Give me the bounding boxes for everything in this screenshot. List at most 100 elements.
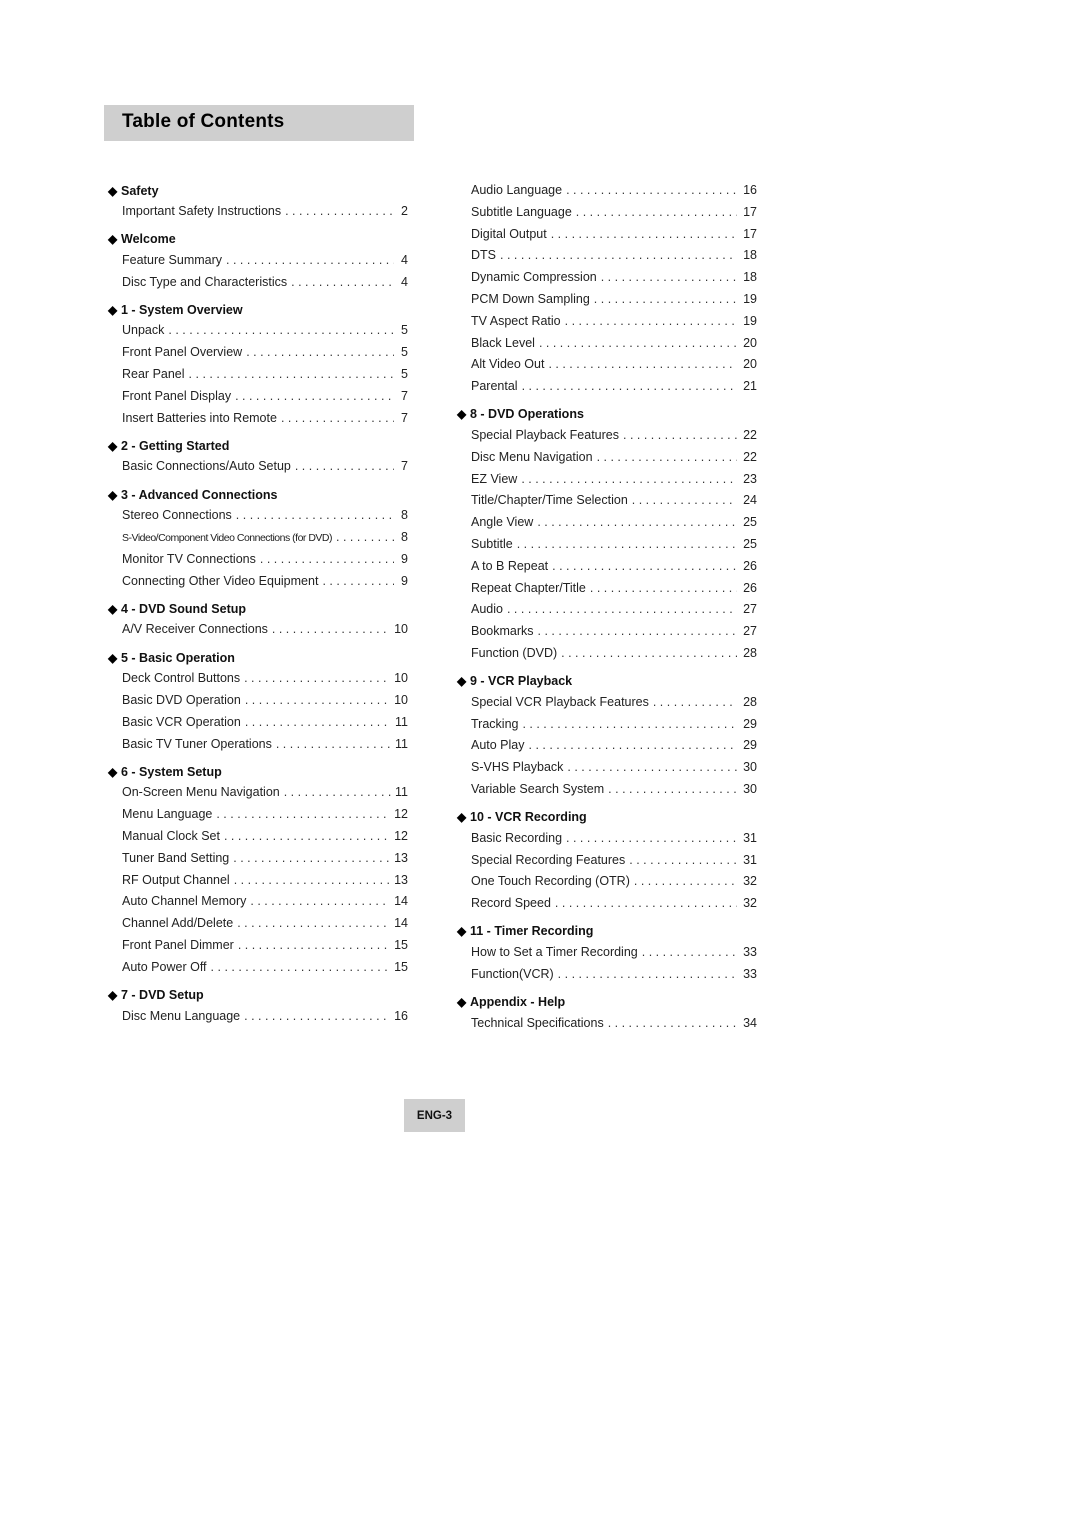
toc-entry[interactable]: Feature Summary 4 bbox=[108, 250, 408, 272]
toc-entry-page-number: 18 bbox=[743, 270, 757, 285]
toc-entry-page-number: 5 bbox=[401, 323, 408, 338]
section-heading[interactable]: ◆ 3 - Advanced Connections bbox=[108, 484, 408, 505]
toc-entry-label: TV Aspect Ratio bbox=[471, 313, 561, 328]
toc-entry[interactable]: Manual Clock Set 12 bbox=[108, 826, 408, 848]
toc-entry-label: One Touch Recording (OTR) bbox=[471, 874, 630, 889]
toc-entry[interactable]: Menu Language 12 bbox=[108, 804, 408, 826]
toc-entry[interactable]: Audio Language 16 bbox=[457, 180, 757, 202]
toc-entry-label: Feature Summary bbox=[122, 252, 223, 267]
toc-entry[interactable]: Connecting Other Video Equipment 9 bbox=[108, 571, 408, 593]
toc-entry[interactable]: Basic DVD Operation 10 bbox=[108, 690, 408, 712]
toc-entry[interactable]: Dynamic Compression 18 bbox=[457, 267, 757, 289]
dot-leader bbox=[634, 871, 737, 893]
toc-entry[interactable]: Auto Channel Memory 14 bbox=[108, 891, 408, 913]
toc-entry[interactable]: Function (DVD) 28 bbox=[457, 643, 757, 665]
toc-entry[interactable]: Tuner Band Setting 13 bbox=[108, 848, 408, 870]
dot-leader bbox=[272, 619, 390, 641]
toc-entry[interactable]: Auto Power Off 15 bbox=[108, 957, 408, 979]
dot-leader bbox=[322, 571, 394, 593]
toc-entry[interactable]: Deck Control Buttons 10 bbox=[108, 668, 408, 690]
toc-entry[interactable]: Disc Type and Characteristics 4 bbox=[108, 272, 408, 294]
section-heading[interactable]: ◆ 5 - Basic Operation bbox=[108, 647, 408, 668]
toc-entry[interactable]: Front Panel Dimmer 15 bbox=[108, 935, 408, 957]
section-heading[interactable]: ◆ 9 - VCR Playback bbox=[457, 671, 757, 692]
toc-entry[interactable]: Basic Recording 31 bbox=[457, 828, 757, 850]
toc-entry[interactable]: How to Set a Timer Recording 33 bbox=[457, 942, 757, 964]
section-heading[interactable]: ◆ 2 - Getting Started bbox=[108, 435, 408, 456]
toc-entry[interactable]: A/V Receiver Connections 10 bbox=[108, 619, 408, 641]
section-heading[interactable]: ◆ Safety bbox=[108, 180, 408, 201]
toc-entry-label: EZ View bbox=[471, 471, 518, 486]
section-heading[interactable]: ◆ 6 - System Setup bbox=[108, 761, 408, 782]
toc-entry[interactable]: Alt Video Out 20 bbox=[457, 354, 757, 376]
toc-entry[interactable]: Parental 21 bbox=[457, 376, 757, 398]
toc-entry-label: Rear Panel bbox=[122, 366, 185, 381]
toc-entry-label: Auto Channel Memory bbox=[122, 894, 247, 909]
section-heading[interactable]: ◆ Appendix - Help bbox=[457, 992, 757, 1013]
toc-entry[interactable]: Subtitle Language 17 bbox=[457, 202, 757, 224]
toc-entry-page-number: 17 bbox=[743, 204, 757, 219]
toc-entry[interactable]: Rear Panel 5 bbox=[108, 364, 408, 386]
toc-entry[interactable]: EZ View 23 bbox=[457, 469, 757, 491]
toc-entry-label: Basic Connections/Auto Setup bbox=[122, 459, 291, 474]
toc-entry[interactable]: Disc Menu Language 16 bbox=[108, 1006, 408, 1028]
toc-entry-page-number: 13 bbox=[394, 850, 408, 865]
dot-leader bbox=[521, 469, 737, 491]
toc-entry[interactable]: Basic VCR Operation 11 bbox=[108, 712, 408, 734]
toc-entry[interactable]: Insert Batteries into Remote 7 bbox=[108, 408, 408, 430]
toc-entry[interactable]: Monitor TV Connections 9 bbox=[108, 549, 408, 571]
dot-leader bbox=[500, 245, 737, 267]
toc-entry-page-number: 12 bbox=[394, 828, 408, 843]
toc-entry-page-number: 26 bbox=[743, 580, 757, 595]
toc-entry[interactable]: Important Safety Instructions 2 bbox=[108, 201, 408, 223]
toc-entry[interactable]: Variable Search System 30 bbox=[457, 779, 757, 801]
toc-entry[interactable]: Disc Menu Navigation 22 bbox=[457, 447, 757, 469]
section-heading[interactable]: ◆ 4 - DVD Sound Setup bbox=[108, 598, 408, 619]
toc-entry[interactable]: RF Output Channel 13 bbox=[108, 870, 408, 892]
toc-entry[interactable]: Basic Connections/Auto Setup 7 bbox=[108, 456, 408, 478]
section-heading[interactable]: ◆ 1 - System Overview bbox=[108, 299, 408, 320]
toc-entry-label: Auto Play bbox=[471, 738, 525, 753]
toc-entry[interactable]: One Touch Recording (OTR) 32 bbox=[457, 871, 757, 893]
toc-entry[interactable]: Function(VCR) 33 bbox=[457, 964, 757, 986]
dot-leader bbox=[244, 668, 390, 690]
section-heading-label: 5 - Basic Operation bbox=[121, 650, 235, 665]
toc-entry[interactable]: A to B Repeat 26 bbox=[457, 556, 757, 578]
toc-entry[interactable]: Basic TV Tuner Operations 11 bbox=[108, 734, 408, 756]
toc-entry[interactable]: Black Level 20 bbox=[457, 333, 757, 355]
toc-entry-page-number: 28 bbox=[743, 645, 757, 660]
toc-entry[interactable]: S-Video/Component Video Connections (for… bbox=[108, 527, 408, 549]
toc-entry[interactable]: Front Panel Display 7 bbox=[108, 386, 408, 408]
toc-entry[interactable]: Auto Play 29 bbox=[457, 735, 757, 757]
toc-entry[interactable]: Technical Specifications 34 bbox=[457, 1013, 757, 1035]
toc-entry[interactable]: Digital Output 17 bbox=[457, 224, 757, 246]
toc-entry[interactable]: Tracking 29 bbox=[457, 714, 757, 736]
toc-entry[interactable]: DTS 18 bbox=[457, 245, 757, 267]
toc-entry[interactable]: Bookmarks 27 bbox=[457, 621, 757, 643]
toc-entry-label: Title/Chapter/Time Selection bbox=[471, 493, 628, 508]
toc-entry[interactable]: Special VCR Playback Features 28 bbox=[457, 692, 757, 714]
diamond-bullet-icon: ◆ bbox=[108, 650, 118, 665]
toc-entry[interactable]: PCM Down Sampling 19 bbox=[457, 289, 757, 311]
toc-entry[interactable]: Special Playback Features 22 bbox=[457, 425, 757, 447]
toc-entry[interactable]: Angle View 25 bbox=[457, 512, 757, 534]
section-heading[interactable]: ◆ Welcome bbox=[108, 229, 408, 250]
toc-entry[interactable]: Record Speed 32 bbox=[457, 893, 757, 915]
toc-entry[interactable]: On-Screen Menu Navigation 11 bbox=[108, 782, 408, 804]
toc-entry[interactable]: Subtitle 25 bbox=[457, 534, 757, 556]
toc-entry[interactable]: Channel Add/Delete 14 bbox=[108, 913, 408, 935]
toc-entry[interactable]: S-VHS Playback 30 bbox=[457, 757, 757, 779]
dot-leader bbox=[594, 289, 737, 311]
toc-entry[interactable]: Repeat Chapter/Title 26 bbox=[457, 578, 757, 600]
section-heading[interactable]: ◆ 8 - DVD Operations bbox=[457, 404, 757, 425]
toc-entry[interactable]: Title/Chapter/Time Selection 24 bbox=[457, 490, 757, 512]
section-heading[interactable]: ◆ 10 - VCR Recording bbox=[457, 807, 757, 828]
toc-entry[interactable]: Unpack 5 bbox=[108, 320, 408, 342]
section-heading[interactable]: ◆ 11 - Timer Recording bbox=[457, 921, 757, 942]
toc-entry[interactable]: Stereo Connections 8 bbox=[108, 505, 408, 527]
toc-entry[interactable]: Special Recording Features 31 bbox=[457, 850, 757, 872]
toc-entry[interactable]: Front Panel Overview 5 bbox=[108, 342, 408, 364]
toc-entry[interactable]: TV Aspect Ratio 19 bbox=[457, 311, 757, 333]
toc-entry[interactable]: Audio 27 bbox=[457, 599, 757, 621]
section-heading[interactable]: ◆ 7 - DVD Setup bbox=[108, 985, 408, 1006]
